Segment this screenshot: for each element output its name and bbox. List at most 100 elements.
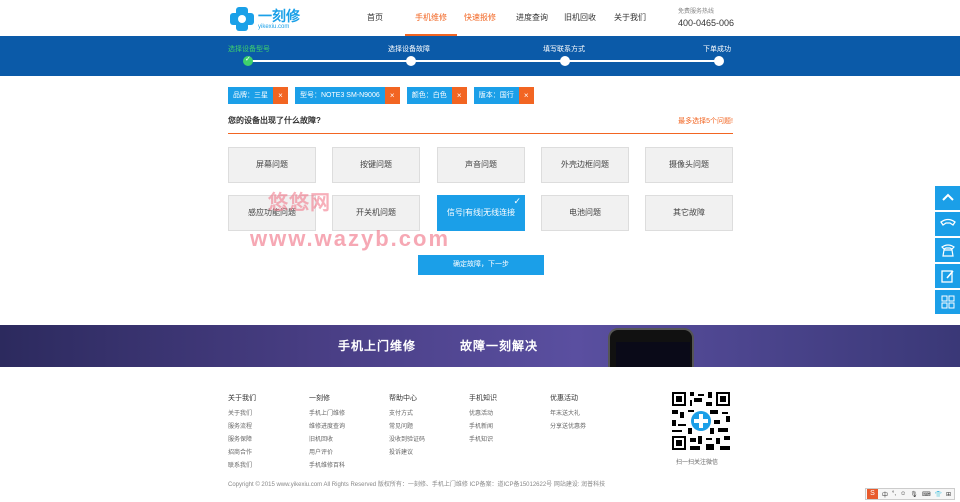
fault-option[interactable]: 电池问题 bbox=[541, 195, 629, 231]
step-label-model: 选择设备型号 bbox=[228, 46, 270, 53]
footer-link[interactable]: 用户评价 bbox=[309, 447, 345, 460]
nav-home[interactable]: 首页 bbox=[355, 0, 395, 36]
ime-skin-icon[interactable]: 👕 bbox=[935, 491, 942, 498]
nav-quick-repair[interactable]: 快速报修 bbox=[457, 0, 503, 36]
footer-link[interactable]: 没收到验证码 bbox=[389, 434, 425, 447]
footer-link[interactable]: 旧机回收 bbox=[309, 434, 345, 447]
fault-option-label: 信号|有线|无线连接 bbox=[446, 208, 516, 217]
edit-icon[interactable] bbox=[935, 264, 960, 288]
footer-link[interactable]: 招商合作 bbox=[228, 447, 256, 460]
footer-link[interactable]: 手机新闻 bbox=[469, 421, 497, 434]
ime-punct-icon[interactable]: °, bbox=[892, 491, 896, 497]
footer-col-title: 手机知识 bbox=[469, 395, 497, 402]
footer-col-help: 帮助中心 支付方式 常见问题 没收到验证码 投诉建议 bbox=[389, 393, 425, 460]
tag-remove-button[interactable]: × bbox=[273, 87, 288, 104]
tag-label: 品牌：三星 bbox=[228, 87, 273, 104]
qr-caption: 扫一扫关注微信 bbox=[676, 460, 719, 466]
footer-link[interactable]: 支付方式 bbox=[389, 408, 425, 421]
nav-progress-query[interactable]: 进度查询 bbox=[509, 0, 555, 36]
footer-link[interactable]: 手机知识 bbox=[469, 434, 497, 447]
tag-remove-button[interactable]: × bbox=[451, 87, 467, 104]
footer-link[interactable]: 优惠活动 bbox=[469, 408, 497, 421]
tag-label: 型号：NOTE3 SM-N9006 bbox=[295, 87, 385, 104]
ime-emoji-icon[interactable]: ☺ bbox=[900, 491, 906, 497]
ime-menu-icon[interactable]: ⊞ bbox=[946, 491, 951, 498]
check-icon: ✓ bbox=[245, 56, 251, 63]
banner-text-left: 手机上门维修 bbox=[338, 339, 417, 353]
footer-link[interactable]: 手机上门维修 bbox=[309, 408, 345, 421]
footer-col-about: 关于我们 关于我们 服务流程 服务保障 招商合作 联系我们 bbox=[228, 393, 256, 473]
nav-phone-repair[interactable]: 手机维修 bbox=[405, 0, 457, 36]
check-icon: ✓ bbox=[513, 196, 521, 206]
step-progress: 选择设备型号 选择设备故障 填写联系方式 下单成功 ✓ bbox=[0, 36, 960, 76]
fault-option-selected[interactable]: 信号|有线|无线连接 ✓ bbox=[437, 195, 525, 231]
qr-code bbox=[670, 390, 732, 452]
tag-brand: 品牌：三星 × bbox=[228, 87, 288, 104]
question-hint: 最多选择5个问题! bbox=[678, 118, 733, 125]
footer-link[interactable]: 手机维修百科 bbox=[309, 460, 345, 473]
ime-mic-icon[interactable]: 🎙 bbox=[910, 491, 918, 498]
phone-image bbox=[608, 328, 694, 367]
selected-tags: 品牌：三星 × 型号：NOTE3 SM-N9006 × 颜色：白色 × 版本：国… bbox=[228, 87, 541, 104]
ime-toolbar[interactable]: S 中 °, ☺ 🎙 ⌨ 👕 ⊞ bbox=[865, 488, 955, 500]
tag-color: 颜色：白色 × bbox=[406, 87, 467, 104]
step-label-fault: 选择设备故障 bbox=[388, 46, 430, 53]
fault-option[interactable]: 按键问题 bbox=[332, 147, 420, 183]
footer-link[interactable]: 服务流程 bbox=[228, 421, 256, 434]
hotline-number: 400-0465-006 bbox=[678, 18, 735, 28]
logo[interactable]: 一刻修 yikexiu.com bbox=[230, 6, 305, 32]
footer-link[interactable]: 服务保障 bbox=[228, 434, 256, 447]
progress-track bbox=[245, 60, 718, 62]
page: 一刻修 yikexiu.com 首页 手机维修 快速报修 进度查询 旧机回收 关… bbox=[0, 0, 960, 502]
footer-link[interactable]: 维修进度查询 bbox=[309, 421, 345, 434]
fault-option[interactable]: 其它故障 bbox=[645, 195, 733, 231]
ime-mode[interactable]: 中 bbox=[882, 490, 888, 499]
ime-keyboard-icon[interactable]: ⌨ bbox=[922, 491, 931, 498]
footer-col-title: 优惠活动 bbox=[550, 395, 578, 402]
up-arrow-icon[interactable] bbox=[935, 186, 960, 210]
hotline-label: 免费服务热线 bbox=[678, 9, 715, 15]
step-dot bbox=[406, 56, 416, 66]
tag-remove-button[interactable]: × bbox=[384, 87, 400, 104]
logo-name: 一刻修 bbox=[258, 7, 300, 24]
question-title: 您的设备出现了什么故障? bbox=[228, 116, 321, 125]
nav-about[interactable]: 关于我们 bbox=[605, 0, 655, 36]
footer-link[interactable]: 联系我们 bbox=[228, 460, 256, 473]
watermark-logo: 悠悠网 bbox=[268, 192, 331, 214]
step-label-contact: 填写联系方式 bbox=[543, 46, 585, 53]
nav-recycle[interactable]: 旧机回收 bbox=[555, 0, 605, 36]
footer-col-yikexiu: 一刻修 手机上门维修 维修进度查询 旧机回收 用户评价 手机维修百科 bbox=[309, 393, 345, 473]
step-label-success: 下单成功 bbox=[703, 46, 731, 53]
phone-icon[interactable] bbox=[935, 212, 960, 236]
step-dot-done: ✓ bbox=[243, 56, 253, 66]
grid-icon[interactable] bbox=[935, 290, 960, 314]
header: 一刻修 yikexiu.com 首页 手机维修 快速报修 进度查询 旧机回收 关… bbox=[0, 0, 960, 36]
footer-col-title: 一刻修 bbox=[309, 395, 330, 402]
fault-option[interactable]: 摄像头问题 bbox=[645, 147, 733, 183]
promo-banner: 手机上门维修 故障一刻解决 bbox=[0, 325, 960, 367]
footer-link[interactable]: 投诉建议 bbox=[389, 447, 425, 460]
hotline: 免费服务热线 400-0465-006 bbox=[678, 6, 734, 28]
fault-option[interactable]: 屏幕问题 bbox=[228, 147, 316, 183]
side-toolbar bbox=[935, 186, 960, 316]
watermark-url: www.wazyb.com bbox=[250, 226, 451, 251]
footer-col-promo: 优惠活动 年末送大礼 分享送优惠券 bbox=[550, 393, 586, 434]
logo-domain: yikexiu.com bbox=[258, 23, 290, 30]
footer-link[interactable]: 分享送优惠券 bbox=[550, 421, 586, 434]
tag-remove-button[interactable]: × bbox=[518, 87, 534, 104]
footer-col-title: 帮助中心 bbox=[389, 395, 417, 402]
tag-label: 版本：国行 bbox=[473, 87, 519, 104]
banner-text-right: 故障一刻解决 bbox=[460, 339, 539, 353]
footer-link[interactable]: 年末送大礼 bbox=[550, 408, 586, 421]
ime-logo-icon: S bbox=[867, 489, 878, 499]
logo-cross-icon bbox=[230, 7, 254, 31]
confirm-fault-button[interactable]: 确定故障，下一步 bbox=[418, 255, 544, 275]
telephone-icon[interactable] bbox=[935, 238, 960, 262]
footer-link[interactable]: 关于我们 bbox=[228, 408, 256, 421]
footer-col-knowledge: 手机知识 优惠活动 手机新闻 手机知识 bbox=[469, 393, 497, 447]
fault-option[interactable]: 声音问题 bbox=[437, 147, 525, 183]
tag-version: 版本：国行 × bbox=[473, 87, 534, 104]
footer-link[interactable]: 常见问题 bbox=[389, 421, 425, 434]
fault-option[interactable]: 外壳边框问题 bbox=[541, 147, 629, 183]
tag-model: 型号：NOTE3 SM-N9006 × bbox=[295, 87, 400, 104]
